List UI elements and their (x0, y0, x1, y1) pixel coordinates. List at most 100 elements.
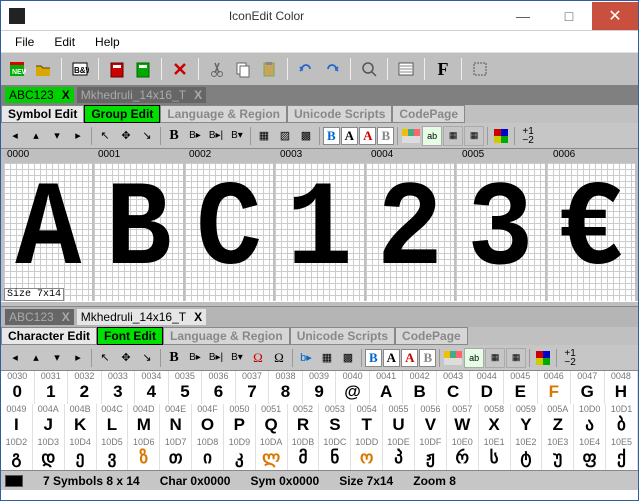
font-glyph-cell[interactable]: 004BK (65, 404, 97, 437)
mode-tab[interactable]: Font Edit (97, 327, 163, 345)
font-glyph-cell[interactable]: 10D8ი (192, 437, 224, 470)
style-a-red[interactable]: A (359, 127, 376, 145)
style-a-red[interactable]: A (401, 349, 418, 367)
font-glyph-cell[interactable]: 10D5ვ (97, 437, 129, 470)
paste-button[interactable] (257, 57, 281, 81)
font-glyph-cell[interactable]: 10E3უ (542, 437, 574, 470)
close-tab-icon[interactable]: X (62, 310, 70, 324)
mode-tab[interactable]: Symbol Edit (1, 105, 84, 123)
arrow-cross-icon[interactable]: ✥ (116, 348, 136, 368)
minimize-button[interactable]: — (500, 2, 546, 30)
b-arrow-right-icon[interactable]: B▸ (185, 348, 205, 368)
arrow-cross-icon[interactable]: ✥ (116, 126, 136, 146)
font-glyph-cell[interactable]: 0045E (504, 371, 538, 404)
b-arrow-right-icon[interactable]: B▸ (185, 126, 205, 146)
font-glyph-cell[interactable]: 0053S (319, 404, 351, 437)
font-glyph-cell[interactable]: 00355 (169, 371, 203, 404)
new-file-button[interactable]: NEW (5, 57, 29, 81)
arrow-up-icon[interactable]: ▴ (26, 348, 46, 368)
font-glyph-cell[interactable]: 00377 (236, 371, 270, 404)
open-file-button[interactable] (31, 57, 55, 81)
glyph-cell[interactable]: B (94, 163, 182, 301)
arrow-up-icon[interactable]: ▴ (26, 126, 46, 146)
font-glyph-cell[interactable]: 0054T (351, 404, 383, 437)
current-color-swatch[interactable] (5, 475, 23, 487)
arrow-down-icon[interactable]: ▾ (47, 348, 67, 368)
palette-icon[interactable] (443, 348, 463, 368)
bold-button[interactable]: B (164, 349, 184, 367)
font-glyph-cell[interactable]: 10E4ფ (574, 437, 606, 470)
zoom-fraction-icon[interactable]: +1−2 (518, 126, 538, 146)
zoom-fraction-icon[interactable]: +1−2 (560, 348, 580, 368)
font-glyph-cell[interactable]: 00388 (269, 371, 303, 404)
font-glyph-cell[interactable]: 10E5ქ (606, 437, 638, 470)
b-trim-icon[interactable]: B▸| (206, 348, 226, 368)
file-tab[interactable]: Mkhedruli_14x16_TX (77, 87, 206, 103)
import-button[interactable] (131, 57, 155, 81)
glyph-cell[interactable]: 1 (275, 163, 363, 301)
mode-tab[interactable]: CodePage (395, 327, 468, 345)
font-glyph-cell[interactable]: 005AZ (542, 404, 574, 437)
font-glyph-cell[interactable]: 004FO (192, 404, 224, 437)
font-glyph-cell[interactable]: 00399 (303, 371, 337, 404)
close-button[interactable]: ✕ (592, 2, 638, 30)
font-glyph-cell[interactable]: 00333 (102, 371, 136, 404)
font-glyph-cell[interactable]: 0056V (415, 404, 447, 437)
style-a-blue[interactable]: B (365, 349, 382, 367)
font-glyph-cell[interactable]: 10D9კ (224, 437, 256, 470)
font-glyph-cell[interactable]: 00311 (35, 371, 69, 404)
style-a-plain[interactable]: A (341, 127, 358, 145)
mode-tab[interactable]: Language & Region (160, 105, 287, 123)
select-tool-button[interactable] (468, 57, 492, 81)
cut-button[interactable] (205, 57, 229, 81)
menu-help[interactable]: Help (87, 33, 128, 51)
arrow-upleft-icon[interactable]: ↖ (95, 126, 115, 146)
arrow-left-icon[interactable]: ◂ (5, 126, 25, 146)
file-tab[interactable]: Mkhedruli_14x16_TX (77, 309, 206, 325)
glyph-cell[interactable]: 2 (366, 163, 454, 301)
close-tab-icon[interactable]: X (194, 310, 202, 324)
grid-c-icon[interactable]: ▦ (464, 126, 484, 146)
font-glyph-cell[interactable]: 0049I (1, 404, 33, 437)
font-glyph-cell[interactable]: 0043C (437, 371, 471, 404)
font-glyph-cell[interactable]: 0051Q (256, 404, 288, 437)
export-button[interactable] (105, 57, 129, 81)
glyph-cell[interactable]: ASize 7x14 (4, 163, 92, 301)
glyph-cell[interactable]: 3 (456, 163, 544, 301)
palette-icon[interactable] (401, 126, 421, 146)
color-swatch-icon[interactable] (491, 126, 511, 146)
grid-a-icon[interactable]: ab (464, 348, 484, 368)
glyph-editor-row[interactable]: ASize 7x14BC123€ (1, 163, 638, 301)
mode-tab[interactable]: Language & Region (163, 327, 290, 345)
close-tab-icon[interactable]: X (62, 88, 70, 102)
font-glyph-cell[interactable]: 00366 (202, 371, 236, 404)
arrow-down-icon[interactable]: ▾ (47, 126, 67, 146)
font-glyph-cell[interactable]: 0048H (605, 371, 638, 404)
bw-button[interactable]: B&W (68, 57, 92, 81)
font-glyph-cell[interactable]: 10D0ა (574, 404, 606, 437)
grid-a-icon[interactable]: ab (422, 126, 442, 146)
zoom-button[interactable] (357, 57, 381, 81)
font-glyph-cell[interactable]: 10E2ტ (511, 437, 543, 470)
close-tab-icon[interactable]: X (194, 88, 202, 102)
font-glyph-cell[interactable]: 10DCნ (319, 437, 351, 470)
delete-button[interactable] (168, 57, 192, 81)
glyph-cell[interactable]: € (547, 163, 635, 301)
font-glyph-cell[interactable]: 10D4ე (65, 437, 97, 470)
font-glyph-cell[interactable]: 10DFჟ (415, 437, 447, 470)
style-a-blue[interactable]: B (323, 127, 340, 145)
grid-b-icon[interactable]: ▦ (485, 348, 505, 368)
checker-icon[interactable]: ▩ (338, 348, 358, 368)
preview-button[interactable] (394, 57, 418, 81)
font-glyph-cell[interactable]: 00344 (135, 371, 169, 404)
font-glyph-cell[interactable]: 00322 (68, 371, 102, 404)
arrow-upleft-icon[interactable]: ↖ (95, 348, 115, 368)
omega2-icon[interactable]: Ω (269, 348, 289, 368)
menu-file[interactable]: File (7, 33, 42, 51)
font-glyph-cell[interactable]: 10D1ბ (606, 404, 638, 437)
font-glyph-cell[interactable]: 004CL (97, 404, 129, 437)
checker-icon[interactable]: ▩ (296, 126, 316, 146)
font-glyph-cell[interactable]: 10DDო (351, 437, 383, 470)
mode-tab[interactable]: Unicode Scripts (290, 327, 395, 345)
font-glyph-cell[interactable]: 10E1ს (479, 437, 511, 470)
